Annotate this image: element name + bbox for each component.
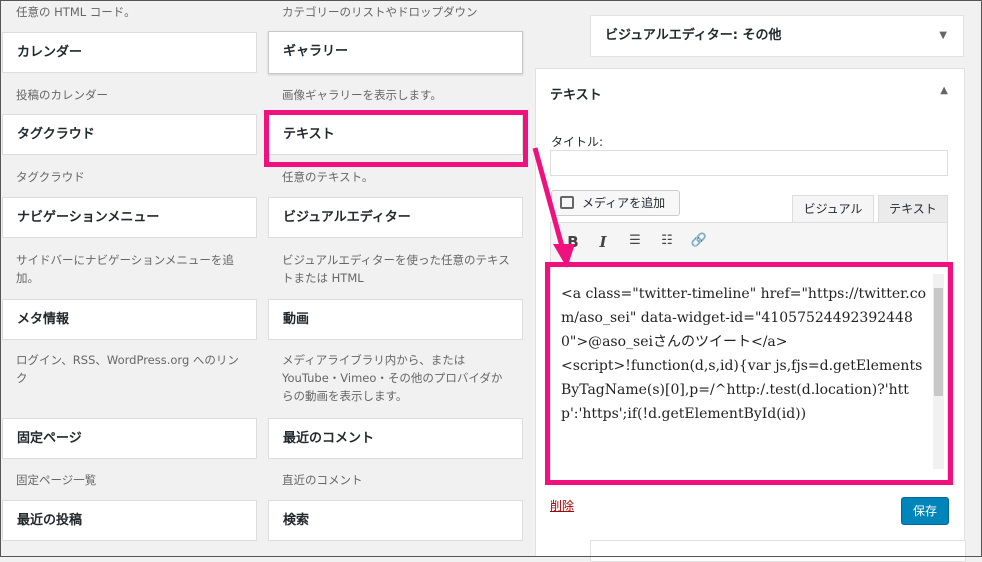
widget-desc: タグクラウド xyxy=(16,170,85,184)
widget-gallery[interactable]: ギャラリー xyxy=(268,31,523,74)
next-widget-edge xyxy=(590,540,966,562)
widget-desc: カテゴリーのリストやドロップダウン xyxy=(282,5,478,19)
widget-search[interactable]: 検索 xyxy=(268,500,523,541)
title-input[interactable] xyxy=(550,150,948,176)
visual-editor-widget-title: ビジュアルエディター: その他 xyxy=(605,28,782,43)
editor-scrollbar[interactable] xyxy=(933,274,944,469)
widget-desc: ログイン、RSS、WordPress.org へのリンク xyxy=(16,353,239,385)
widget-desc: 投稿のカレンダー xyxy=(16,88,108,102)
editor-textarea[interactable]: <a class="twitter-timeline" href="https:… xyxy=(550,265,948,482)
link-icon[interactable]: 🔗 xyxy=(689,233,709,253)
widget-recent-posts[interactable]: 最近の投稿 xyxy=(2,500,257,541)
widget-desc: 固定ページ一覧 xyxy=(16,473,97,487)
tab-text[interactable]: テキスト xyxy=(878,195,948,223)
editor-content: <a class="twitter-timeline" href="https:… xyxy=(561,286,926,422)
widget-desc: 画像ギャラリーを表示します。 xyxy=(282,88,442,102)
save-button[interactable]: 保存 xyxy=(901,497,949,525)
numbered-list-icon[interactable]: ☷ xyxy=(657,233,677,253)
widget-tag-cloud[interactable]: タグクラウド xyxy=(2,114,257,155)
widget-calendar[interactable]: カレンダー xyxy=(2,32,257,73)
widget-meta[interactable]: メタ情報 xyxy=(2,299,257,340)
widget-nav-menu[interactable]: ナビゲーションメニュー xyxy=(2,197,257,238)
widget-video[interactable]: 動画 xyxy=(268,299,523,340)
chevron-down-icon[interactable]: ▼ xyxy=(939,16,947,56)
widget-desc: ビジュアルエディターを使った任意のテキストまたは HTML xyxy=(282,253,510,285)
editor-toolbar: B I ☰ ☷ 🔗 xyxy=(550,222,948,264)
delete-link[interactable]: 削除 xyxy=(550,497,574,514)
italic-icon[interactable]: I xyxy=(593,233,613,253)
chevron-up-icon[interactable]: ▲ xyxy=(940,85,948,96)
add-media-label: メディアを追加 xyxy=(582,196,666,210)
bullet-list-icon[interactable]: ☰ xyxy=(625,233,645,253)
widget-desc: 任意のテキスト。 xyxy=(282,170,374,184)
visual-editor-widget-header[interactable]: ビジュアルエディター: その他 ▼ xyxy=(590,15,964,57)
widget-desc: サイドバーにナビゲーションメニューを追加。 xyxy=(16,253,234,285)
widget-desc: 直近のコメント xyxy=(282,473,363,487)
widget-text[interactable]: テキスト xyxy=(268,114,523,155)
widget-visual-editor[interactable]: ビジュアルエディター xyxy=(268,197,523,238)
widget-desc: メディアライブラリ内から、または YouTube・Vimeo・その他のプロバイダ… xyxy=(282,353,503,403)
widget-desc: 任意の HTML コード。 xyxy=(16,5,136,19)
widget-pages[interactable]: 固定ページ xyxy=(2,418,257,459)
tab-visual[interactable]: ビジュアル xyxy=(792,195,874,223)
scrollbar-thumb[interactable] xyxy=(934,288,943,396)
highlight-arrow xyxy=(532,147,575,268)
panel-title: テキスト xyxy=(550,88,602,103)
widget-recent-comments[interactable]: 最近のコメント xyxy=(268,418,523,459)
